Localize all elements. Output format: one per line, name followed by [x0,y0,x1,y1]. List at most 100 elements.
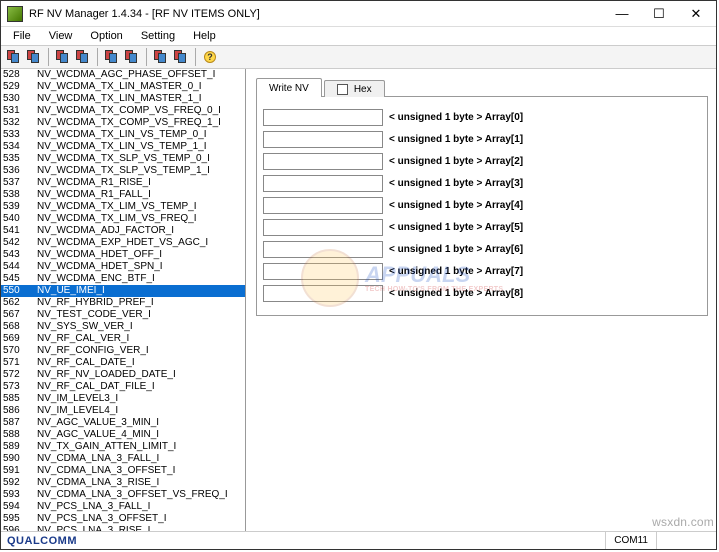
array-input-0[interactable] [263,109,383,126]
list-item-label: NV_CDMA_LNA_3_OFFSET_VS_FREQ_I [27,489,228,501]
list-item[interactable]: 586NV_IM_LEVEL4_I [1,405,245,417]
list-item[interactable]: 550NV_UE_IMEI_I [1,285,245,297]
list-item-label: NV_RF_CAL_DATE_I [27,357,135,369]
list-item[interactable]: 545NV_WCDMA_ENC_BTF_I [1,273,245,285]
list-item[interactable]: 572NV_RF_NV_LOADED_DATE_I [1,369,245,381]
menu-file[interactable]: File [5,29,39,43]
list-item[interactable]: 569NV_RF_CAL_VER_I [1,333,245,345]
list-item[interactable]: 592NV_CDMA_LNA_3_RISE_I [1,477,245,489]
list-item[interactable]: 537NV_WCDMA_R1_RISE_I [1,177,245,189]
array-type-label: < unsigned 1 byte > Array[4] [383,200,523,211]
toolbar-separator [97,48,98,66]
menu-view[interactable]: View [41,29,81,43]
list-item-id: 545 [1,273,27,285]
list-item[interactable]: 528NV_WCDMA_AGC_PHASE_OFFSET_I [1,69,245,81]
array-input-1[interactable] [263,131,383,148]
list-item[interactable]: 534NV_WCDMA_TX_LIN_VS_TEMP_1_I [1,141,245,153]
list-item[interactable]: 587NV_AGC_VALUE_3_MIN_I [1,417,245,429]
tab-write-nv[interactable]: Write NV [256,78,322,97]
list-item-id: 531 [1,105,27,117]
list-item[interactable]: 573NV_RF_CAL_DAT_FILE_I [1,381,245,393]
list-item[interactable]: 588NV_AGC_VALUE_4_MIN_I [1,429,245,441]
list-item[interactable]: 590NV_CDMA_LNA_3_FALL_I [1,453,245,465]
list-item-id: 592 [1,477,27,489]
array-input-6[interactable] [263,241,383,258]
toolbar-button-3[interactable] [54,48,72,66]
list-item-label: NV_RF_CAL_DAT_FILE_I [27,381,155,393]
list-item[interactable]: 541NV_WCDMA_ADJ_FACTOR_I [1,225,245,237]
menu-setting[interactable]: Setting [133,29,183,43]
toolbar-button-4[interactable] [74,48,92,66]
list-item[interactable]: 536NV_WCDMA_TX_SLP_VS_TEMP_1_I [1,165,245,177]
toolbar-button-6[interactable] [123,48,141,66]
list-item[interactable]: 533NV_WCDMA_TX_LIN_VS_TEMP_0_I [1,129,245,141]
list-item-label: NV_CDMA_LNA_3_OFFSET_I [27,465,175,477]
list-item[interactable]: 531NV_WCDMA_TX_COMP_VS_FREQ_0_I [1,105,245,117]
corner-watermark: wsxdn.com [652,515,714,529]
toolbar-button-8[interactable] [172,48,190,66]
list-item-id: 538 [1,189,27,201]
list-item-label: NV_PCS_LNA_3_OFFSET_I [27,513,167,525]
array-input-8[interactable] [263,285,383,302]
toolbar-button-1[interactable] [5,48,23,66]
hex-checkbox[interactable] [337,84,348,95]
list-item[interactable]: 544NV_WCDMA_HDET_SPN_I [1,261,245,273]
list-item[interactable]: 593NV_CDMA_LNA_3_OFFSET_VS_FREQ_I [1,489,245,501]
list-item-id: 590 [1,453,27,465]
list-item[interactable]: 594NV_PCS_LNA_3_FALL_I [1,501,245,513]
array-input-4[interactable] [263,197,383,214]
array-input-3[interactable] [263,175,383,192]
status-brand: QUALCOMM [1,535,83,547]
list-item[interactable]: 539NV_WCDMA_TX_LIM_VS_TEMP_I [1,201,245,213]
nv-item-list[interactable]: 528NV_WCDMA_AGC_PHASE_OFFSET_I529NV_WCDM… [1,69,246,531]
menu-option[interactable]: Option [82,29,130,43]
list-item-id: 543 [1,249,27,261]
menu-help[interactable]: Help [185,29,224,43]
list-item[interactable]: 570NV_RF_CONFIG_VER_I [1,345,245,357]
list-item[interactable]: 538NV_WCDMA_R1_FALL_I [1,189,245,201]
array-field: < unsigned 1 byte > Array[3] [263,173,701,194]
close-button[interactable]: ✕ [678,2,714,26]
list-item[interactable]: 530NV_WCDMA_TX_LIN_MASTER_1_I [1,93,245,105]
list-item[interactable]: 543NV_WCDMA_HDET_OFF_I [1,249,245,261]
tab-label: Write NV [269,83,309,94]
list-item[interactable]: 571NV_RF_CAL_DATE_I [1,357,245,369]
list-item-label: NV_RF_CAL_VER_I [27,333,129,345]
tab-hex[interactable]: Hex [324,80,385,97]
list-item[interactable]: 589NV_TX_GAIN_ATTEN_LIMIT_I [1,441,245,453]
list-item[interactable]: 585NV_IM_LEVEL3_I [1,393,245,405]
list-item-label: NV_WCDMA_R1_FALL_I [27,189,151,201]
list-item-id: 587 [1,417,27,429]
list-item-id: 588 [1,429,27,441]
list-item-id: 534 [1,141,27,153]
list-item-label: NV_WCDMA_TX_LIM_VS_TEMP_I [27,201,197,213]
list-item[interactable]: 542NV_WCDMA_EXP_HDET_VS_AGC_I [1,237,245,249]
toolbar-button-7[interactable] [152,48,170,66]
list-item[interactable]: 532NV_WCDMA_TX_COMP_VS_FREQ_1_I [1,117,245,129]
list-item-id: 532 [1,117,27,129]
toolbar-button-2[interactable] [25,48,43,66]
main-area: 528NV_WCDMA_AGC_PHASE_OFFSET_I529NV_WCDM… [1,69,716,531]
maximize-button[interactable]: ☐ [641,2,677,26]
list-item-label: NV_WCDMA_ENC_BTF_I [27,273,155,285]
list-item[interactable]: 540NV_WCDMA_TX_LIM_VS_FREQ_I [1,213,245,225]
list-item[interactable]: 568NV_SYS_SW_VER_I [1,321,245,333]
list-item[interactable]: 562NV_RF_HYBRID_PREF_I [1,297,245,309]
list-item-id: 542 [1,237,27,249]
toolbar-help-button[interactable]: ? [201,48,219,66]
list-item-label: NV_WCDMA_HDET_SPN_I [27,261,163,273]
list-item-id: 540 [1,213,27,225]
list-item-label: NV_CDMA_LNA_3_FALL_I [27,453,159,465]
list-item[interactable]: 529NV_WCDMA_TX_LIN_MASTER_0_I [1,81,245,93]
toolbar-button-5[interactable] [103,48,121,66]
list-item[interactable]: 567NV_TEST_CODE_VER_I [1,309,245,321]
toolbar-separator [146,48,147,66]
minimize-button[interactable]: — [604,2,640,26]
array-input-5[interactable] [263,219,383,236]
list-item[interactable]: 595NV_PCS_LNA_3_OFFSET_I [1,513,245,525]
list-item[interactable]: 591NV_CDMA_LNA_3_OFFSET_I [1,465,245,477]
array-input-2[interactable] [263,153,383,170]
list-item[interactable]: 535NV_WCDMA_TX_SLP_VS_TEMP_0_I [1,153,245,165]
menubar: File View Option Setting Help [1,27,716,45]
array-input-7[interactable] [263,263,383,280]
